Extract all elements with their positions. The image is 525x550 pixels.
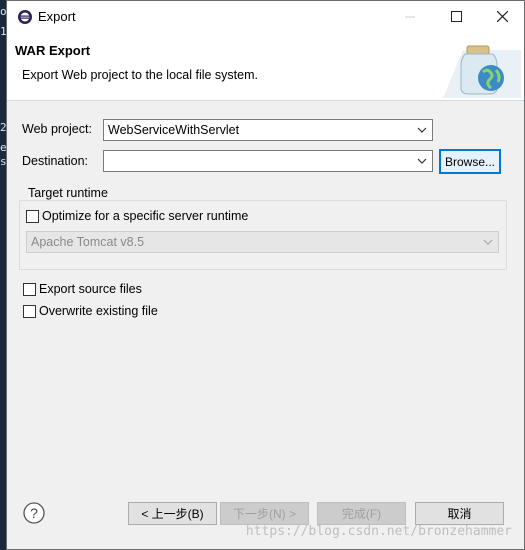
destination-combo[interactable] — [103, 150, 433, 172]
close-button[interactable] — [479, 1, 525, 32]
minimize-button[interactable] — [387, 1, 433, 32]
web-project-combo[interactable]: WebServiceWithServlet — [103, 119, 433, 141]
server-runtime-value: Apache Tomcat v8.5 — [31, 235, 145, 249]
title-bar: Export — [7, 1, 524, 32]
page-title: WAR Export — [15, 43, 91, 58]
maximize-button[interactable] — [433, 1, 479, 32]
destination-label: Destination: — [22, 154, 89, 168]
minimize-icon — [405, 16, 415, 17]
window-title: Export — [38, 9, 76, 24]
back-button[interactable]: < 上一步(B) — [128, 502, 217, 525]
web-project-value: WebServiceWithServlet — [108, 123, 240, 137]
export-source-label[interactable]: Export source files — [39, 282, 142, 296]
finish-button[interactable]: 完成(F) — [317, 502, 406, 525]
chevron-down-icon — [417, 127, 427, 133]
maximize-icon — [450, 11, 462, 22]
export-dialog: Export WAR Export Export Web project to … — [6, 0, 525, 550]
watermark: https://blog.csdn.net/bronzehammer — [245, 524, 512, 539]
browse-button[interactable]: Browse... — [439, 149, 501, 174]
wizard-header: WAR Export Export Web project to the loc… — [7, 32, 524, 101]
overwrite-checkbox[interactable] — [23, 305, 36, 318]
wizard-footer: ? < 上一步(B) 下一步(N) > 完成(F) 取消 https://blo… — [7, 482, 524, 549]
next-button[interactable]: 下一步(N) > — [220, 502, 309, 525]
target-runtime-group-title: Target runtime — [25, 186, 111, 200]
chevron-down-icon — [483, 239, 493, 245]
web-project-label: Web project: — [22, 122, 92, 136]
help-icon[interactable]: ? — [23, 502, 45, 524]
page-description: Export Web project to the local file sys… — [22, 68, 258, 82]
chevron-down-icon — [417, 158, 427, 164]
eclipse-icon — [18, 10, 32, 24]
close-icon — [496, 11, 508, 22]
overwrite-label[interactable]: Overwrite existing file — [39, 304, 158, 318]
jar-globe-icon — [443, 45, 521, 98]
cancel-button[interactable]: 取消 — [415, 502, 504, 525]
wizard-body: Web project: WebServiceWithServlet Desti… — [7, 102, 524, 482]
server-runtime-combo[interactable]: Apache Tomcat v8.5 — [26, 231, 499, 253]
svg-text:?: ? — [30, 505, 38, 521]
export-source-checkbox[interactable] — [23, 283, 36, 296]
optimize-checkbox[interactable] — [26, 210, 39, 223]
optimize-checkbox-label[interactable]: Optimize for a specific server runtime — [42, 209, 248, 223]
